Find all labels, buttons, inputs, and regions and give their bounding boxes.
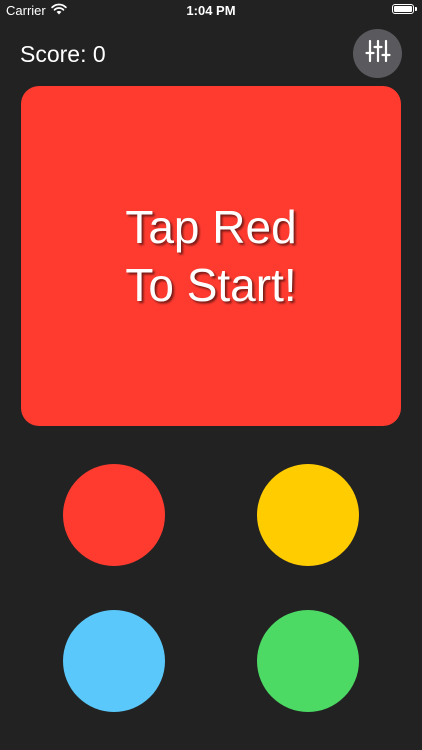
game-screen: Carrier 1:04 PM Score: 0 Tap Red To Star… [0,0,422,750]
battery-icon [392,4,417,14]
settings-button[interactable] [353,29,402,78]
status-right [392,4,417,14]
red-color-button[interactable] [63,464,165,566]
tap-prompt-line-2: To Start! [125,259,297,311]
tap-panel[interactable]: Tap Red To Start! [21,86,401,426]
blue-color-button[interactable] [63,610,165,712]
score-label: Score: 0 [20,41,106,67]
sliders-icon [364,38,391,69]
battery-fill [394,6,412,12]
green-color-button[interactable] [257,610,359,712]
status-bar: Carrier 1:04 PM [0,0,422,22]
yellow-color-button[interactable] [257,464,359,566]
status-time: 1:04 PM [186,3,236,18]
battery-tip [415,7,417,11]
tap-prompt: Tap Red To Start! [125,198,296,314]
tap-prompt-line-1: Tap Red [125,201,297,253]
